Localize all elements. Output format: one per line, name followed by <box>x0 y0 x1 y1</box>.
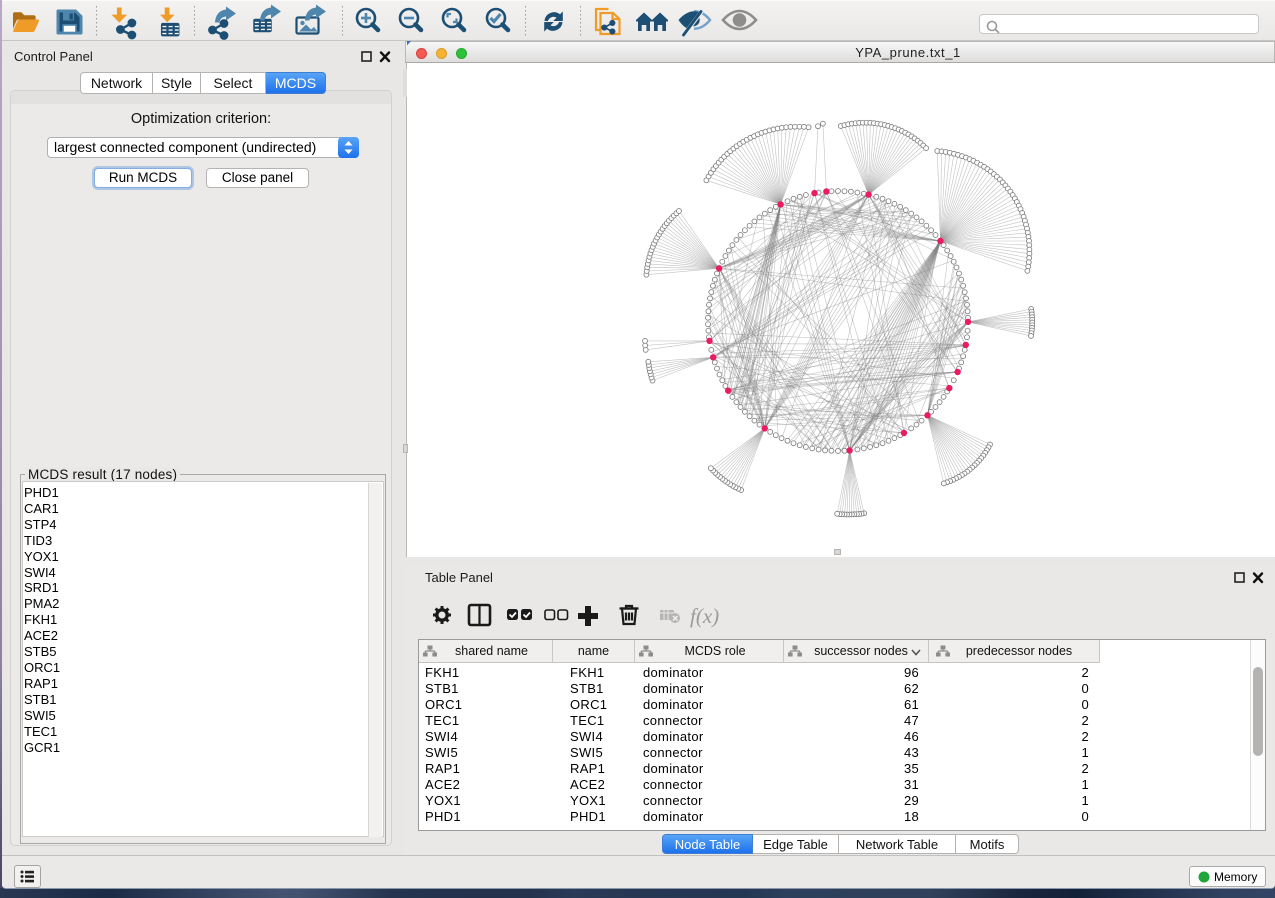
svg-text:f(x): f(x) <box>690 604 719 628</box>
